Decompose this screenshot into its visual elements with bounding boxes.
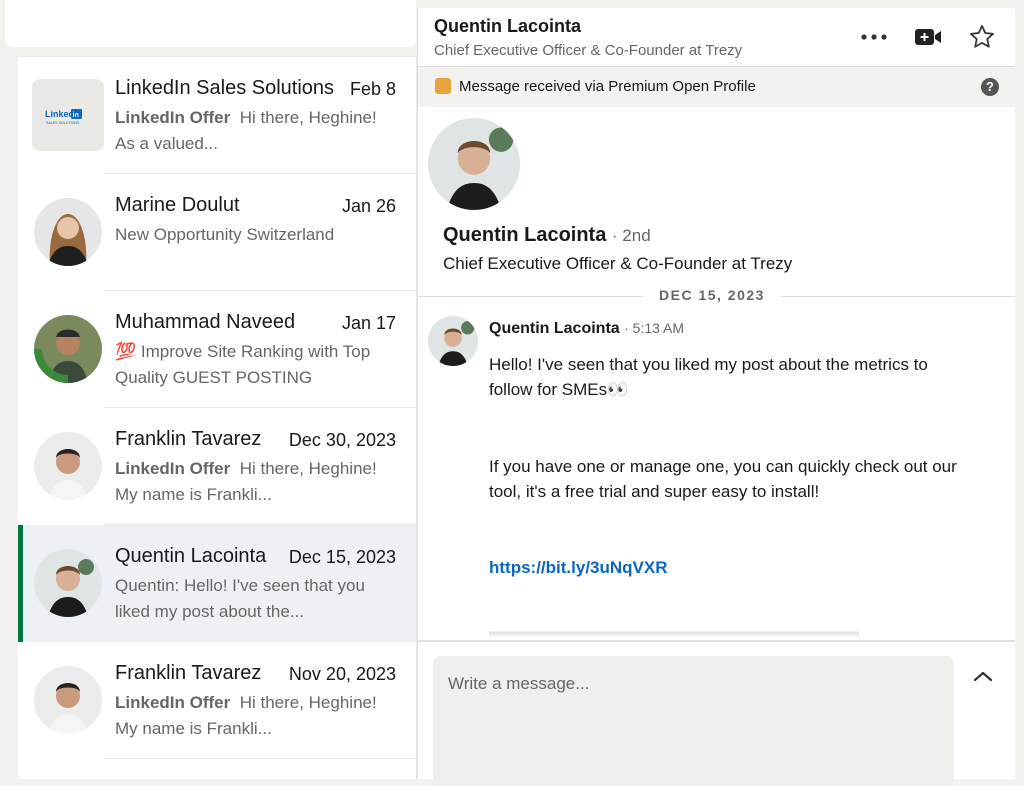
date-label: DEC 15, 2023 (643, 287, 781, 303)
snippet-prefix: LinkedIn Offer (115, 108, 231, 127)
conversation-date: Jan 17 (341, 313, 396, 333)
snippet-prefix: LinkedIn Offer (115, 693, 231, 712)
conversation-name: Franklin Tavarez (115, 662, 262, 684)
conversation-item[interactable]: Franklin Tavarez Nov 20, 2023 LinkedIn O… (18, 642, 416, 759)
conversation-name: Marine Doulut (115, 194, 240, 216)
header-title: Chief Executive Officer & Co-Founder at … (434, 42, 743, 59)
connection-degree: · 2nd (611, 226, 651, 245)
avatar (34, 198, 102, 266)
message-input[interactable]: Write a message... (433, 656, 954, 786)
conversation-name: Muhammad Naveed (115, 311, 296, 333)
divider (104, 758, 416, 759)
header-actions (857, 20, 999, 54)
conversation-snippet: LinkedIn Offer Hi there, Heghine! My nam… (115, 456, 395, 508)
more-options-icon[interactable] (857, 20, 891, 54)
profile-name-text: Quentin Lacointa (443, 224, 607, 246)
video-call-icon[interactable] (911, 20, 945, 54)
conversation-item[interactable]: LinkedIn in SALES SOLUTIONS LinkedIn Sal… (18, 57, 416, 174)
top-card (5, 0, 416, 47)
composer-divider (418, 640, 1015, 642)
message-avatar[interactable] (428, 316, 478, 366)
conversation-item-active[interactable]: Quentin Lacointa Dec 15, 2023 Quentin: H… (18, 525, 416, 642)
premium-banner-text: Message received via Premium Open Profil… (459, 78, 756, 95)
premium-open-profile-banner: Message received via Premium Open Profil… (418, 67, 1015, 107)
header-name[interactable]: Quentin Lacointa (434, 16, 581, 37)
conversation-date: Jan 26 (341, 196, 396, 216)
help-icon[interactable]: ? (981, 78, 999, 96)
message-input-placeholder: Write a message... (448, 674, 590, 693)
conversation-name: LinkedIn Sales Solutions (115, 77, 335, 99)
avatar (34, 549, 102, 617)
message-time: · 5:13 AM (624, 320, 685, 336)
svg-text:in: in (73, 112, 79, 119)
star-icon[interactable] (965, 20, 999, 54)
conversation-date: Dec 15, 2023 (288, 547, 396, 567)
linkedin-logo-icon: LinkedIn in SALES SOLUTIONS (45, 109, 82, 125)
profile-name[interactable]: Quentin Lacointa · 2nd (443, 224, 651, 247)
sender-name[interactable]: Quentin Lacointa (489, 320, 620, 337)
avatar (34, 432, 102, 500)
conversation-list: LinkedIn in SALES SOLUTIONS LinkedIn Sal… (18, 57, 417, 779)
conversation-name: Franklin Tavarez (115, 428, 262, 450)
active-indicator (18, 525, 23, 642)
message-overflow (418, 628, 1015, 640)
conversation-date: Feb 8 (349, 79, 396, 99)
chevron-up-icon[interactable] (971, 664, 995, 688)
avatar-logo-subtext: SALES SOLUTIONS (46, 121, 80, 125)
top-bar (0, 0, 416, 56)
message-paragraph: Hello! I've seen that you liked my post … (489, 355, 928, 399)
message-sender: Quentin Lacointa · 5:13 AM (489, 320, 684, 338)
conversation-snippet: Quentin: Hello! I've seen that you liked… (115, 576, 365, 621)
conversation-date: Nov 20, 2023 (288, 664, 396, 684)
conversation-snippet: LinkedIn Offer Hi there, Heghine! As a v… (115, 105, 395, 157)
message-body: Hello! I've seen that you liked my post … (489, 352, 959, 580)
conversation-snippet: New Opportunity Switzerland (115, 225, 335, 244)
thread-header: Quentin Lacointa Chief Executive Officer… (418, 8, 1015, 67)
snippet-prefix: LinkedIn Offer (115, 459, 231, 478)
conversation-name: Quentin Lacointa (115, 545, 267, 567)
message-link[interactable]: https://bit.ly/3uNqVXR (489, 558, 668, 577)
conversation-date: Dec 30, 2023 (288, 430, 396, 450)
premium-icon (435, 78, 451, 94)
conversation-item[interactable]: Franklin Tavarez Dec 30, 2023 LinkedIn O… (18, 408, 416, 525)
profile-avatar[interactable] (428, 118, 520, 210)
conversation-item[interactable]: Muhammad Naveed Jan 17 💯 Improve Site Ra… (18, 291, 416, 408)
conversation-snippet: 💯 Improve Site Ranking with Top Quality … (115, 342, 371, 387)
message-paragraph: If you have one or manage one, you can q… (489, 457, 957, 501)
message-thread-panel: Quentin Lacointa Chief Executive Officer… (417, 8, 1015, 786)
profile-title: Chief Executive Officer & Co-Founder at … (443, 254, 793, 273)
avatar (34, 666, 102, 734)
avatar: LinkedIn in SALES SOLUTIONS (32, 79, 104, 151)
conversation-snippet: LinkedIn Offer Hi there, Heghine! My nam… (115, 690, 395, 742)
avatar (34, 315, 102, 383)
conversation-item[interactable]: Marine Doulut Jan 26 New Opportunity Swi… (18, 174, 416, 291)
